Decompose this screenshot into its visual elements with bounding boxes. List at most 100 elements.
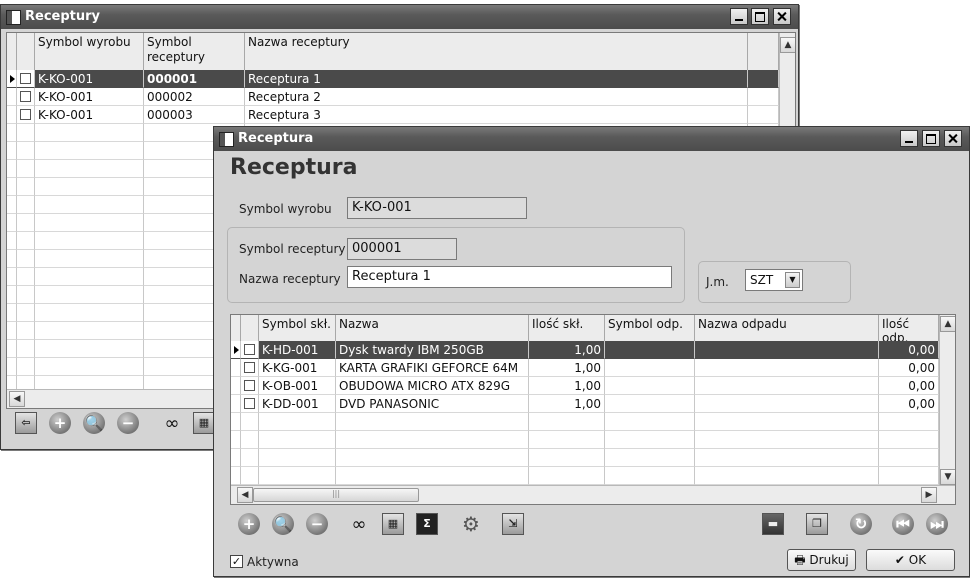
table-row[interactable]: K-HD-001 Dysk twardy IBM 250GB 1,00 0,00 bbox=[231, 341, 939, 359]
table-row[interactable]: K-KO-001 000002 Receptura 2 bbox=[7, 88, 779, 106]
column-header-symbol-receptury[interactable]: Symbol receptury bbox=[144, 33, 245, 70]
ok-button[interactable]: ✔ OK bbox=[866, 549, 955, 571]
scroll-left-icon[interactable]: ◀ bbox=[237, 487, 253, 503]
save-icon[interactable]: ▬ bbox=[760, 511, 786, 537]
table-row[interactable]: K-DD-001 DVD PANASONIC 1,00 0,00 bbox=[231, 395, 939, 413]
column-header-symbol-skl[interactable]: Symbol skł. bbox=[259, 315, 336, 341]
row-checkbox[interactable] bbox=[244, 398, 255, 409]
search-binoculars-icon[interactable]: ∞ bbox=[159, 410, 185, 436]
export-icon[interactable]: ⇲ bbox=[500, 511, 526, 537]
receptura-titlebar[interactable]: Receptura bbox=[214, 127, 969, 151]
filter-grid-icon[interactable]: ▦ bbox=[380, 511, 406, 537]
cell-symbol-wyrobu: K-KO-001 bbox=[35, 88, 144, 106]
cell-ilosc-odp: 0,00 bbox=[879, 395, 939, 413]
row-checkbox-cell bbox=[17, 160, 35, 178]
column-header-nazwa[interactable]: Nazwa bbox=[336, 315, 529, 341]
last-record-icon[interactable]: ⏭ bbox=[924, 511, 950, 537]
empty-cell bbox=[35, 286, 144, 304]
row-checkbox[interactable] bbox=[244, 380, 255, 391]
row-indicator bbox=[231, 395, 241, 413]
close-button[interactable] bbox=[944, 130, 962, 147]
chevron-down-icon[interactable]: ▼ bbox=[785, 272, 800, 288]
empty-row bbox=[231, 413, 939, 431]
scroll-up-icon[interactable]: ▲ bbox=[780, 37, 795, 53]
maximize-button[interactable] bbox=[922, 130, 940, 147]
row-indicator bbox=[7, 286, 17, 304]
minimize-button[interactable] bbox=[900, 130, 918, 147]
sum-icon[interactable]: Σ bbox=[414, 511, 440, 537]
row-pointer-icon bbox=[234, 346, 239, 354]
table-row[interactable]: K-KO-001 000001 Receptura 1 bbox=[7, 70, 779, 88]
delete-icon[interactable]: − bbox=[115, 410, 141, 436]
exit-icon[interactable]: ⇦ bbox=[13, 410, 39, 436]
empty-cell bbox=[529, 413, 605, 431]
table-row[interactable]: K-KO-001 000003 Receptura 3 bbox=[7, 106, 779, 124]
print-button[interactable]: 🖶 Drukuj bbox=[787, 549, 856, 571]
view-icon[interactable]: 🔍 bbox=[81, 410, 107, 436]
row-checkbox[interactable] bbox=[20, 109, 31, 120]
scroll-thumb[interactable]: ||| bbox=[253, 488, 419, 502]
settings-gears-icon[interactable]: ⚙ bbox=[458, 511, 484, 537]
cell-nazwa-receptury: Receptura 3 bbox=[245, 106, 748, 124]
jm-select[interactable]: SZT ▼ bbox=[745, 269, 803, 291]
empty-cell bbox=[529, 431, 605, 449]
refresh-icon[interactable]: ↻ bbox=[848, 511, 874, 537]
cell-symbol-skl: K-OB-001 bbox=[259, 377, 336, 395]
empty-cell bbox=[35, 322, 144, 340]
row-checkbox-cell bbox=[17, 142, 35, 160]
receptury-titlebar[interactable]: Receptury bbox=[1, 5, 798, 29]
empty-cell bbox=[336, 449, 529, 467]
column-header-symbol-wyrobu[interactable]: Symbol wyrobu bbox=[35, 33, 144, 70]
symbol-receptury-field: 000001 bbox=[347, 238, 457, 260]
column-header-ilosc-odp[interactable]: Ilość odp. bbox=[879, 315, 939, 345]
scroll-right-icon[interactable]: ▶ bbox=[921, 487, 937, 503]
row-indicator bbox=[7, 142, 17, 160]
row-checkbox[interactable] bbox=[244, 344, 255, 355]
column-header-nazwa-receptury[interactable]: Nazwa receptury bbox=[245, 33, 748, 70]
scroll-left-icon[interactable]: ◀ bbox=[9, 391, 25, 407]
add-icon[interactable]: + bbox=[47, 410, 73, 436]
add-icon[interactable]: + bbox=[236, 511, 262, 537]
row-checkbox[interactable] bbox=[20, 73, 31, 84]
row-checkbox-cell bbox=[17, 196, 35, 214]
first-record-icon[interactable]: ⏮ bbox=[890, 511, 916, 537]
empty-cell bbox=[529, 467, 605, 485]
table-row[interactable]: K-KG-001 KARTA GRAFIKI GEFORCE 64M 1,00 0,0… bbox=[231, 359, 939, 377]
delete-icon[interactable]: − bbox=[304, 511, 330, 537]
nazwa-receptury-input[interactable]: Receptura 1 bbox=[347, 266, 672, 288]
cell-symbol-receptury: 000003 bbox=[144, 106, 245, 124]
row-indicator bbox=[7, 88, 17, 106]
components-grid[interactable]: Symbol skł. Nazwa Ilość skł. Symbol odp.… bbox=[230, 314, 956, 505]
row-checkbox[interactable] bbox=[20, 91, 31, 102]
table-row[interactable]: K-OB-001 OBUDOWA MICRO ATX 829G 1,00 0,00 bbox=[231, 377, 939, 395]
view-icon[interactable]: 🔍 bbox=[270, 511, 296, 537]
column-header-nazwa-odpadu[interactable]: Nazwa odpadu bbox=[695, 315, 879, 341]
copy-icon[interactable]: ❐ bbox=[804, 511, 830, 537]
symbol-wyrobu-field: K-KO-001 bbox=[347, 197, 527, 219]
scroll-up-icon[interactable]: ▲ bbox=[940, 316, 955, 332]
row-indicator bbox=[7, 214, 17, 232]
aktywna-checkbox[interactable]: ✓ bbox=[230, 555, 243, 568]
row-indicator bbox=[7, 160, 17, 178]
row-checkbox-cell bbox=[17, 286, 35, 304]
minimize-button[interactable] bbox=[730, 8, 748, 25]
cell-symbol-skl: K-HD-001 bbox=[259, 341, 336, 359]
row-indicator bbox=[7, 304, 17, 322]
row-indicator bbox=[7, 196, 17, 214]
empty-cell bbox=[605, 413, 695, 431]
column-header-ilosc-skl[interactable]: Ilość skł. bbox=[529, 315, 605, 341]
search-binoculars-icon[interactable]: ∞ bbox=[346, 511, 372, 537]
app-icon bbox=[219, 132, 234, 147]
vertical-scrollbar[interactable]: ▲ ▼ bbox=[939, 315, 955, 485]
row-checkbox-cell bbox=[17, 340, 35, 358]
scroll-down-icon[interactable]: ▼ bbox=[940, 469, 955, 485]
horizontal-scrollbar[interactable]: ◀ ||| ▶ bbox=[231, 485, 955, 504]
cell-nazwa: OBUDOWA MICRO ATX 829G bbox=[336, 377, 529, 395]
empty-cell bbox=[231, 449, 241, 467]
row-checkbox[interactable] bbox=[244, 362, 255, 373]
maximize-button[interactable] bbox=[751, 8, 769, 25]
close-button[interactable] bbox=[773, 8, 791, 25]
empty-cell bbox=[695, 449, 879, 467]
column-header-symbol-odp[interactable]: Symbol odp. bbox=[605, 315, 695, 341]
empty-cell bbox=[35, 178, 144, 196]
